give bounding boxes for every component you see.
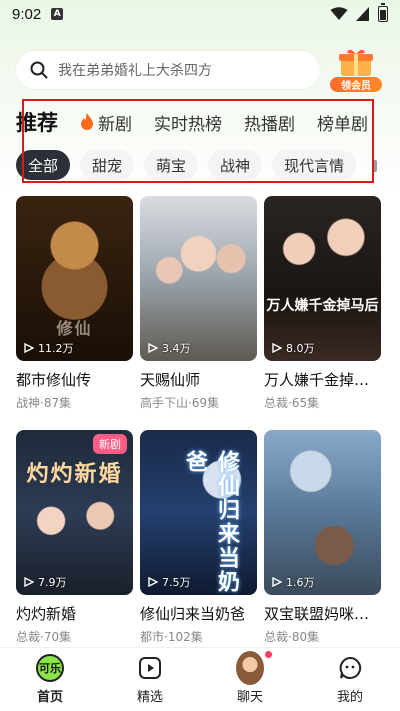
new-badge: 新剧 (93, 434, 127, 454)
tab-label: 新剧 (98, 114, 132, 135)
play-icon (24, 577, 34, 587)
play-icon (148, 577, 158, 587)
tab-label: 推荐 (16, 111, 58, 135)
view-count: 7.9万 (24, 574, 67, 590)
nav-featured[interactable]: 精选 (100, 648, 200, 711)
category-tabs: 推荐 新剧 实时热榜 热播剧 榜单剧 (16, 102, 376, 142)
filter-chips: 全部 甜宠 萌宝 战神 现代言情 (16, 150, 376, 182)
battery-icon (378, 3, 388, 22)
chip-baby[interactable]: 萌宝 (144, 150, 199, 180)
drama-meta: 总裁·70集 (16, 630, 72, 644)
chip-all[interactable]: 全部 (16, 150, 71, 180)
poster: 3.4万 (140, 196, 257, 361)
drama-meta: 高手下山·69集 (140, 396, 220, 410)
fire-icon (81, 113, 93, 130)
drama-title: 万人嫌千金掉马... (264, 371, 381, 389)
chip-sweet[interactable]: 甜宠 (80, 150, 135, 180)
avatar (236, 651, 264, 685)
search-icon (30, 61, 48, 79)
drama-grid: 修仙 11.2万 都市修仙传 战神·87集 3.4万 天赐仙师 高手下山·69集… (16, 196, 386, 664)
play-icon (24, 343, 34, 353)
view-count: 1.6万 (272, 574, 315, 590)
view-count: 11.2万 (24, 340, 74, 356)
view-count: 8.0万 (272, 340, 315, 356)
home-logo-icon: 可乐 (36, 654, 64, 682)
drama-meta: 战神·87集 (16, 396, 72, 410)
nav-label: 聊天 (236, 690, 263, 705)
nav-home[interactable]: 可乐 首页 (0, 648, 100, 711)
drama-meta: 总裁·65集 (264, 396, 320, 410)
drama-title: 天赐仙师 (140, 371, 201, 389)
poster: 修仙归来当奶爸 7.5万 (140, 430, 257, 595)
status-time: 9:02 (12, 5, 42, 23)
bottom-nav: 可乐 首页 精选 聊天 我的 (0, 647, 400, 711)
play-icon (272, 343, 282, 353)
drama-card[interactable]: 1.6万 双宝联盟妈咪火... 总裁·80集 (264, 430, 381, 664)
play-icon (148, 343, 158, 353)
drama-card[interactable]: 3.4万 天赐仙师 高手下山·69集 (140, 196, 257, 430)
drama-title: 双宝联盟妈咪火... (264, 605, 381, 623)
nav-label: 首页 (36, 690, 63, 705)
tab-label: 热播剧 (244, 114, 295, 135)
drama-card[interactable]: 万人嫌千金掉马后 8.0万 万人嫌千金掉马... 总裁·65集 (264, 196, 381, 430)
search-row: 我在弟弟婚礼上大杀四方 领会员 (16, 48, 384, 92)
nav-chat[interactable]: 聊天 (200, 648, 300, 711)
chip-war-god[interactable]: 战神 (208, 150, 263, 180)
notification-icon: A (51, 8, 64, 20)
vip-label: 领会员 (330, 77, 382, 92)
drama-title: 修仙归来当奶爸 (140, 605, 246, 623)
drama-card[interactable]: 修仙 11.2万 都市修仙传 战神·87集 (16, 196, 133, 430)
search-input[interactable]: 我在弟弟婚礼上大杀四方 (16, 51, 320, 89)
tab-hot-playing[interactable]: 热播剧 (244, 110, 295, 135)
tab-label: 实时热榜 (154, 114, 222, 135)
poster: 万人嫌千金掉马后 8.0万 (264, 196, 381, 361)
status-bar: 9:02 A (0, 0, 400, 28)
signal-icon (356, 7, 369, 21)
tab-new-drama[interactable]: 新剧 (80, 110, 132, 135)
poster-text: 修仙 (56, 318, 93, 338)
wifi-icon (330, 7, 348, 20)
notification-dot (265, 651, 272, 658)
poster: 1.6万 (264, 430, 381, 595)
nav-label: 精选 (136, 690, 163, 705)
drama-card[interactable]: 灼灼新婚 新剧 7.9万 灼灼新婚 总裁·70集 (16, 430, 133, 664)
tab-ranking[interactable]: 榜单剧 (317, 110, 368, 135)
drama-meta: 总裁·80集 (264, 630, 320, 644)
gift-icon (339, 49, 373, 76)
tab-recommend[interactable]: 推荐 (16, 107, 58, 137)
tab-realtime-hot[interactable]: 实时热榜 (154, 110, 222, 135)
chip-modern-romance[interactable]: 现代言情 (272, 150, 357, 180)
vip-button[interactable]: 领会员 (328, 48, 384, 92)
play-icon (272, 577, 282, 587)
poster: 灼灼新婚 新剧 7.9万 (16, 430, 133, 595)
view-count: 3.4万 (148, 340, 191, 356)
drama-title: 灼灼新婚 (16, 605, 77, 623)
poster-text: 灼灼新婚 (26, 462, 123, 488)
search-placeholder: 我在弟弟婚礼上大杀四方 (58, 63, 212, 79)
view-count: 7.5万 (148, 574, 191, 590)
nav-label: 我的 (336, 690, 363, 705)
poster: 修仙 11.2万 (16, 196, 133, 361)
drama-meta: 都市·102集 (140, 630, 203, 644)
poster-text: 万人嫌千金掉马后 (266, 298, 379, 314)
drama-title: 都市修仙传 (16, 371, 92, 389)
nav-me[interactable]: 我的 (300, 648, 400, 711)
scroll-indicator (373, 160, 377, 172)
drama-card[interactable]: 修仙归来当奶爸 7.5万 修仙归来当奶爸 都市·102集 (140, 430, 257, 664)
tab-label: 榜单剧 (317, 114, 368, 135)
play-square-icon (139, 657, 161, 679)
chat-bubble-icon (339, 656, 362, 679)
